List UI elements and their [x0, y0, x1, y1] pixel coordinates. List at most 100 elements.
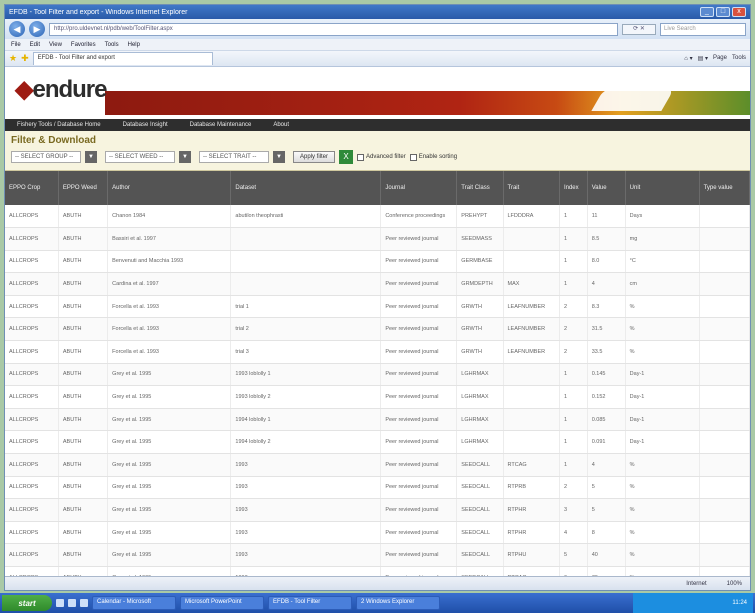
- table-row[interactable]: ALLCROPSABUTHGrey et al. 19951993Peer re…: [5, 476, 750, 500]
- start-button[interactable]: start: [2, 595, 52, 611]
- nav-about[interactable]: About: [273, 122, 289, 128]
- filter-row: -- SELECT GROUP -- ▼ -- SELECT WEED -- ▼…: [11, 150, 744, 164]
- zoom-level[interactable]: 100%: [727, 581, 742, 587]
- quicklaunch-icon[interactable]: [68, 599, 76, 607]
- apply-filter-button[interactable]: Apply filter: [293, 151, 336, 163]
- table-row[interactable]: ALLCROPS ABUTH Forcella et al. 1993 trial 3…: [5, 340, 750, 364]
- table-cell: ALLCROPS: [5, 385, 59, 409]
- col-header[interactable]: Index: [559, 171, 588, 205]
- table-cell: GRMDEPTH: [456, 272, 504, 296]
- table-cell: Peer reviewed journal: [380, 227, 458, 251]
- page-menu[interactable]: Page: [713, 55, 727, 62]
- table-cell: 70: [587, 566, 626, 576]
- home-icon[interactable]: ⌂ ▾: [684, 55, 692, 62]
- tools-menu[interactable]: Tools: [732, 55, 746, 62]
- trait-dropdown-icon[interactable]: ▼: [273, 151, 285, 163]
- table-cell: %: [625, 340, 700, 364]
- table-cell: ABUTH: [58, 227, 109, 251]
- add-favorite-icon[interactable]: ✚: [21, 53, 29, 64]
- col-header[interactable]: Unit: [625, 171, 700, 205]
- trait-select[interactable]: -- SELECT TRAIT --: [199, 151, 269, 163]
- menu-file[interactable]: File: [11, 42, 21, 48]
- table-cell: Peer reviewed journal: [380, 272, 458, 296]
- maximize-button[interactable]: □: [716, 7, 730, 17]
- taskbar-item[interactable]: Calendar - Microsoft: [92, 596, 176, 610]
- group-dropdown-icon[interactable]: ▼: [85, 151, 97, 163]
- browser-tab[interactable]: EFDB - Tool Filter and export: [32, 52, 213, 65]
- table-cell: ALLCROPS: [5, 205, 59, 229]
- table-row[interactable]: ALLCROPS ABUTH Cardina et al. 1997 Peer rev…: [5, 272, 750, 296]
- refresh-stop-controls[interactable]: ⟳ ✕: [622, 23, 656, 35]
- search-input[interactable]: Live Search: [660, 22, 746, 36]
- table-row[interactable]: ALLCROPS ABUTH Bassiri et al. 1997 Peer rev…: [5, 227, 750, 251]
- forward-icon[interactable]: ▶: [29, 21, 45, 37]
- table-cell: [699, 205, 750, 229]
- menu-help[interactable]: Help: [128, 42, 140, 48]
- menu-view[interactable]: View: [49, 42, 62, 48]
- table-row[interactable]: ALLCROPS ABUTH Forcella et al. 1993 trial 2…: [5, 317, 750, 342]
- table-cell: 0.091: [587, 430, 626, 455]
- table-row[interactable]: ALLCROPSABUTHGrey et al. 19951993Peer re…: [5, 453, 750, 477]
- table-cell: ALLCROPS: [5, 408, 59, 432]
- favorites-star-icon[interactable]: ★: [9, 53, 17, 64]
- col-header[interactable]: EPPO Crop: [5, 171, 59, 205]
- minimize-button[interactable]: _: [700, 7, 714, 17]
- table-cell: ALLCROPS: [5, 476, 59, 500]
- table-cell: 33.5: [587, 340, 626, 364]
- table-row[interactable]: ALLCROPSABUTHGrey et al. 19951993Peer re…: [5, 543, 750, 567]
- table-row[interactable]: ALLCROPS ABUTH Grey et al. 1995 1993 loblol…: [5, 385, 750, 409]
- table-cell: %: [625, 543, 700, 567]
- table-cell: Grey et al. 1995: [107, 521, 232, 545]
- table-row[interactable]: ALLCROPS ABUTH Forcella et al. 1993 trial 1…: [5, 295, 750, 319]
- url-input[interactable]: http://pro.uldevnet.nl/pdb/web/ToolFilte…: [49, 22, 618, 36]
- col-header[interactable]: Dataset: [230, 171, 382, 205]
- endure-logo[interactable]: ◆endure: [15, 75, 107, 104]
- menu-edit[interactable]: Edit: [30, 42, 40, 48]
- table-cell: Day-1: [625, 385, 700, 409]
- weed-dropdown-icon[interactable]: ▼: [179, 151, 191, 163]
- table-cell: ALLCROPS: [5, 498, 59, 522]
- table-row[interactable]: ALLCROPS ABUTH Chanon 1984 abutilon theophr…: [5, 205, 750, 229]
- col-header[interactable]: Trait: [503, 171, 560, 205]
- table-row[interactable]: ALLCROPS ABUTH Grey et al. 1995 1993 loblol…: [5, 363, 750, 387]
- advanced-filter-checkbox[interactable]: Advanced filter: [357, 153, 406, 161]
- quicklaunch-icon[interactable]: [56, 599, 64, 607]
- nav-insight[interactable]: Database Insight: [123, 122, 168, 128]
- table-row[interactable]: ALLCROPS ABUTH Grey et al. 1995 1994 loblol…: [5, 430, 750, 455]
- table-row[interactable]: ALLCROPS ABUTH Benvenuti and Macchia 1993 P…: [5, 250, 750, 274]
- quicklaunch-icon[interactable]: [80, 599, 88, 607]
- close-button[interactable]: x: [732, 7, 746, 17]
- col-header[interactable]: Type value: [699, 171, 750, 205]
- back-icon[interactable]: ◀: [9, 21, 25, 37]
- nav-home[interactable]: Fishery Tools / Database Home: [17, 122, 101, 128]
- nav-maintenance[interactable]: Database Maintenance: [190, 122, 252, 128]
- weed-select[interactable]: -- SELECT WEED --: [105, 151, 175, 163]
- header-banner: [105, 81, 750, 115]
- menu-favorites[interactable]: Favorites: [71, 42, 96, 48]
- col-header[interactable]: Author: [107, 171, 232, 205]
- col-header[interactable]: EPPO Weed: [58, 171, 109, 205]
- table-cell: ALLCROPS: [5, 566, 59, 576]
- table-cell: 1994 loblolly 1: [230, 408, 382, 432]
- taskbar-item[interactable]: Microsoft PowerPoint: [180, 596, 264, 610]
- group-select[interactable]: -- SELECT GROUP --: [11, 151, 81, 163]
- table-cell: Bassiri et al. 1997: [107, 227, 232, 251]
- menu-tools[interactable]: Tools: [105, 42, 119, 48]
- table-row[interactable]: ALLCROPSABUTHGrey et al. 19951993Peer re…: [5, 521, 750, 545]
- table-row[interactable]: ALLCROPS ABUTH Grey et al. 1995 1994 loblol…: [5, 408, 750, 432]
- table-cell: ALLCROPS: [5, 543, 59, 567]
- enable-sorting-checkbox[interactable]: Enable sorting: [409, 153, 457, 161]
- table-row[interactable]: ALLCROPSABUTHGrey et al. 19951993Peer re…: [5, 498, 750, 522]
- table-cell: SEEDCALL: [456, 453, 504, 477]
- taskbar-item[interactable]: EFDB - Tool Filter: [268, 596, 352, 610]
- table-cell: Forcella et al. 1993: [107, 340, 232, 364]
- col-header[interactable]: Journal: [380, 171, 458, 205]
- print-icon[interactable]: ▤ ▾: [698, 55, 708, 62]
- col-header[interactable]: Trait Class: [456, 171, 504, 205]
- table-cell: abutilon theophrasti: [230, 205, 382, 229]
- table-cell: ABUTH: [58, 272, 109, 296]
- col-header[interactable]: Value: [587, 171, 626, 205]
- table-row[interactable]: ALLCROPSABUTHGrey et al. 19951993Peer re…: [5, 566, 750, 576]
- excel-export-icon[interactable]: X: [339, 150, 354, 164]
- taskbar-item[interactable]: 2 Windows Explorer: [356, 596, 440, 610]
